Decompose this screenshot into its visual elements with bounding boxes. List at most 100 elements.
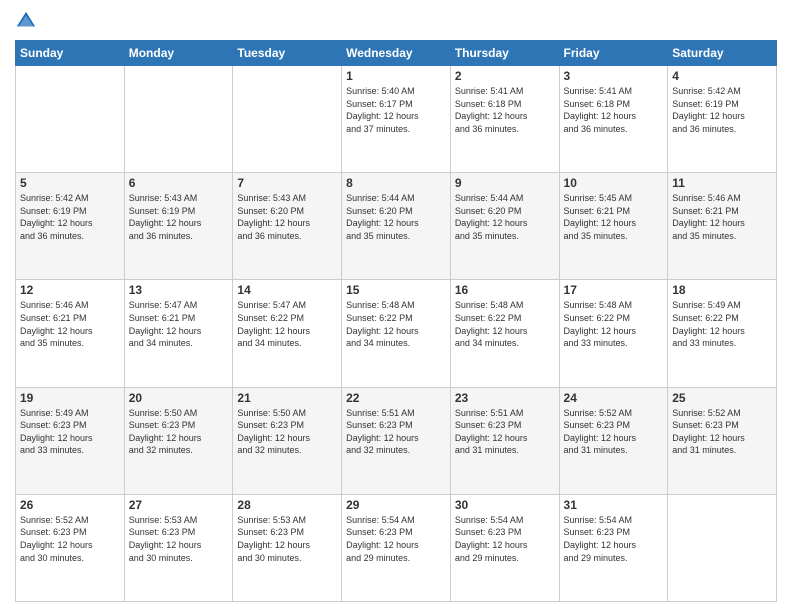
day-number: 31 bbox=[564, 498, 664, 512]
day-info: Sunrise: 5:52 AM Sunset: 6:23 PM Dayligh… bbox=[672, 407, 772, 457]
day-info: Sunrise: 5:49 AM Sunset: 6:23 PM Dayligh… bbox=[20, 407, 120, 457]
calendar-cell: 19Sunrise: 5:49 AM Sunset: 6:23 PM Dayli… bbox=[16, 387, 125, 494]
header-row: Sunday Monday Tuesday Wednesday Thursday… bbox=[16, 41, 777, 66]
calendar-cell: 17Sunrise: 5:48 AM Sunset: 6:22 PM Dayli… bbox=[559, 280, 668, 387]
calendar-cell: 27 Sunrise: 5:53 AM Sunset: 6:23 PM Dayli… bbox=[124, 494, 233, 601]
calendar-week-1: 1 Sunrise: 5:40 AM Sunset: 6:17 PM Daylig… bbox=[16, 66, 777, 173]
calendar-cell: 26Sunrise: 5:52 AM Sunset: 6:23 PM Dayli… bbox=[16, 494, 125, 601]
day-info: Sunrise: 5:53 AM Sunset: 6:23 PM Dayligh… bbox=[237, 514, 337, 564]
day-info: Sunrise: 5:46 AM Sunset: 6:21 PM Dayligh… bbox=[672, 192, 772, 242]
col-monday: Monday bbox=[124, 41, 233, 66]
col-wednesday: Wednesday bbox=[342, 41, 451, 66]
day-number: 8 bbox=[346, 176, 446, 190]
day-number: 3 bbox=[564, 69, 664, 83]
day-info: Sunrise: 5:47 AM Sunset: 6:22 PM Dayligh… bbox=[237, 299, 337, 349]
day-number: 7 bbox=[237, 176, 337, 190]
day-info: Sunrise: 5:54 AM Sunset: 6:23 PM Dayligh… bbox=[346, 514, 446, 564]
calendar-cell: 21 Sunrise: 5:50 AM Sunset: 6:23 PM Dayli… bbox=[233, 387, 342, 494]
day-info: Sunrise: 5:51 AM Sunset: 6:23 PM Dayligh… bbox=[455, 407, 555, 457]
day-info: Sunrise: 5:54 AM Sunset: 6:23 PM Dayligh… bbox=[455, 514, 555, 564]
calendar-cell bbox=[16, 66, 125, 173]
day-info: Sunrise: 5:41 AM Sunset: 6:18 PM Dayligh… bbox=[564, 85, 664, 135]
calendar-cell: 16Sunrise: 5:48 AM Sunset: 6:22 PM Dayli… bbox=[450, 280, 559, 387]
calendar-cell: 2Sunrise: 5:41 AM Sunset: 6:18 PM Daylig… bbox=[450, 66, 559, 173]
day-number: 14 bbox=[237, 283, 337, 297]
calendar-cell: 14 Sunrise: 5:47 AM Sunset: 6:22 PM Dayli… bbox=[233, 280, 342, 387]
day-info: Sunrise: 5:53 AM Sunset: 6:23 PM Dayligh… bbox=[129, 514, 229, 564]
day-number: 17 bbox=[564, 283, 664, 297]
day-info: Sunrise: 5:43 AM Sunset: 6:20 PM Dayligh… bbox=[237, 192, 337, 242]
calendar-cell: 4Sunrise: 5:42 AM Sunset: 6:19 PM Daylig… bbox=[668, 66, 777, 173]
calendar-cell: 5Sunrise: 5:42 AM Sunset: 6:19 PM Daylig… bbox=[16, 173, 125, 280]
day-number: 6 bbox=[129, 176, 229, 190]
logo bbox=[15, 10, 41, 32]
day-number: 30 bbox=[455, 498, 555, 512]
calendar-cell: 3 Sunrise: 5:41 AM Sunset: 6:18 PM Daylig… bbox=[559, 66, 668, 173]
calendar-cell: 24 Sunrise: 5:52 AM Sunset: 6:23 PM Dayli… bbox=[559, 387, 668, 494]
calendar-cell: 29 Sunrise: 5:54 AM Sunset: 6:23 PM Dayli… bbox=[342, 494, 451, 601]
calendar-cell: 25 Sunrise: 5:52 AM Sunset: 6:23 PM Dayli… bbox=[668, 387, 777, 494]
day-number: 12 bbox=[20, 283, 120, 297]
day-info: Sunrise: 5:43 AM Sunset: 6:19 PM Dayligh… bbox=[129, 192, 229, 242]
day-number: 9 bbox=[455, 176, 555, 190]
calendar-cell: 8 Sunrise: 5:44 AM Sunset: 6:20 PM Daylig… bbox=[342, 173, 451, 280]
day-info: Sunrise: 5:50 AM Sunset: 6:23 PM Dayligh… bbox=[129, 407, 229, 457]
page: Sunday Monday Tuesday Wednesday Thursday… bbox=[0, 0, 792, 612]
day-number: 4 bbox=[672, 69, 772, 83]
day-info: Sunrise: 5:52 AM Sunset: 6:23 PM Dayligh… bbox=[20, 514, 120, 564]
calendar-cell bbox=[668, 494, 777, 601]
day-number: 1 bbox=[346, 69, 446, 83]
day-info: Sunrise: 5:44 AM Sunset: 6:20 PM Dayligh… bbox=[455, 192, 555, 242]
day-info: Sunrise: 5:51 AM Sunset: 6:23 PM Dayligh… bbox=[346, 407, 446, 457]
day-number: 21 bbox=[237, 391, 337, 405]
day-info: Sunrise: 5:46 AM Sunset: 6:21 PM Dayligh… bbox=[20, 299, 120, 349]
day-number: 27 bbox=[129, 498, 229, 512]
col-thursday: Thursday bbox=[450, 41, 559, 66]
day-info: Sunrise: 5:47 AM Sunset: 6:21 PM Dayligh… bbox=[129, 299, 229, 349]
day-number: 15 bbox=[346, 283, 446, 297]
calendar-cell: 15Sunrise: 5:48 AM Sunset: 6:22 PM Dayli… bbox=[342, 280, 451, 387]
calendar-cell: 20 Sunrise: 5:50 AM Sunset: 6:23 PM Dayli… bbox=[124, 387, 233, 494]
day-number: 29 bbox=[346, 498, 446, 512]
day-number: 25 bbox=[672, 391, 772, 405]
calendar-cell: 7 Sunrise: 5:43 AM Sunset: 6:20 PM Daylig… bbox=[233, 173, 342, 280]
calendar-cell: 31 Sunrise: 5:54 AM Sunset: 6:23 PM Dayli… bbox=[559, 494, 668, 601]
col-sunday: Sunday bbox=[16, 41, 125, 66]
col-tuesday: Tuesday bbox=[233, 41, 342, 66]
calendar-table: Sunday Monday Tuesday Wednesday Thursday… bbox=[15, 40, 777, 602]
day-info: Sunrise: 5:49 AM Sunset: 6:22 PM Dayligh… bbox=[672, 299, 772, 349]
calendar-cell bbox=[124, 66, 233, 173]
calendar-week-4: 19Sunrise: 5:49 AM Sunset: 6:23 PM Dayli… bbox=[16, 387, 777, 494]
day-info: Sunrise: 5:54 AM Sunset: 6:23 PM Dayligh… bbox=[564, 514, 664, 564]
day-number: 24 bbox=[564, 391, 664, 405]
day-info: Sunrise: 5:50 AM Sunset: 6:23 PM Dayligh… bbox=[237, 407, 337, 457]
day-info: Sunrise: 5:44 AM Sunset: 6:20 PM Dayligh… bbox=[346, 192, 446, 242]
day-number: 5 bbox=[20, 176, 120, 190]
day-number: 13 bbox=[129, 283, 229, 297]
day-number: 28 bbox=[237, 498, 337, 512]
calendar-week-3: 12 Sunrise: 5:46 AM Sunset: 6:21 PM Dayli… bbox=[16, 280, 777, 387]
day-number: 23 bbox=[455, 391, 555, 405]
col-saturday: Saturday bbox=[668, 41, 777, 66]
calendar-cell: 13 Sunrise: 5:47 AM Sunset: 6:21 PM Dayli… bbox=[124, 280, 233, 387]
calendar-cell: 30 Sunrise: 5:54 AM Sunset: 6:23 PM Dayli… bbox=[450, 494, 559, 601]
calendar-cell: 6 Sunrise: 5:43 AM Sunset: 6:19 PM Daylig… bbox=[124, 173, 233, 280]
day-number: 18 bbox=[672, 283, 772, 297]
calendar-cell: 23 Sunrise: 5:51 AM Sunset: 6:23 PM Dayli… bbox=[450, 387, 559, 494]
calendar-cell: 22 Sunrise: 5:51 AM Sunset: 6:23 PM Dayli… bbox=[342, 387, 451, 494]
logo-icon bbox=[15, 10, 37, 32]
calendar-cell: 11 Sunrise: 5:46 AM Sunset: 6:21 PM Dayli… bbox=[668, 173, 777, 280]
day-number: 10 bbox=[564, 176, 664, 190]
day-info: Sunrise: 5:40 AM Sunset: 6:17 PM Dayligh… bbox=[346, 85, 446, 135]
day-number: 16 bbox=[455, 283, 555, 297]
day-number: 22 bbox=[346, 391, 446, 405]
day-number: 11 bbox=[672, 176, 772, 190]
header bbox=[15, 10, 777, 32]
day-info: Sunrise: 5:52 AM Sunset: 6:23 PM Dayligh… bbox=[564, 407, 664, 457]
calendar-cell: 28 Sunrise: 5:53 AM Sunset: 6:23 PM Dayli… bbox=[233, 494, 342, 601]
day-number: 20 bbox=[129, 391, 229, 405]
calendar-week-5: 26Sunrise: 5:52 AM Sunset: 6:23 PM Dayli… bbox=[16, 494, 777, 601]
calendar-cell: 18 Sunrise: 5:49 AM Sunset: 6:22 PM Dayli… bbox=[668, 280, 777, 387]
day-info: Sunrise: 5:45 AM Sunset: 6:21 PM Dayligh… bbox=[564, 192, 664, 242]
calendar-week-2: 5Sunrise: 5:42 AM Sunset: 6:19 PM Daylig… bbox=[16, 173, 777, 280]
